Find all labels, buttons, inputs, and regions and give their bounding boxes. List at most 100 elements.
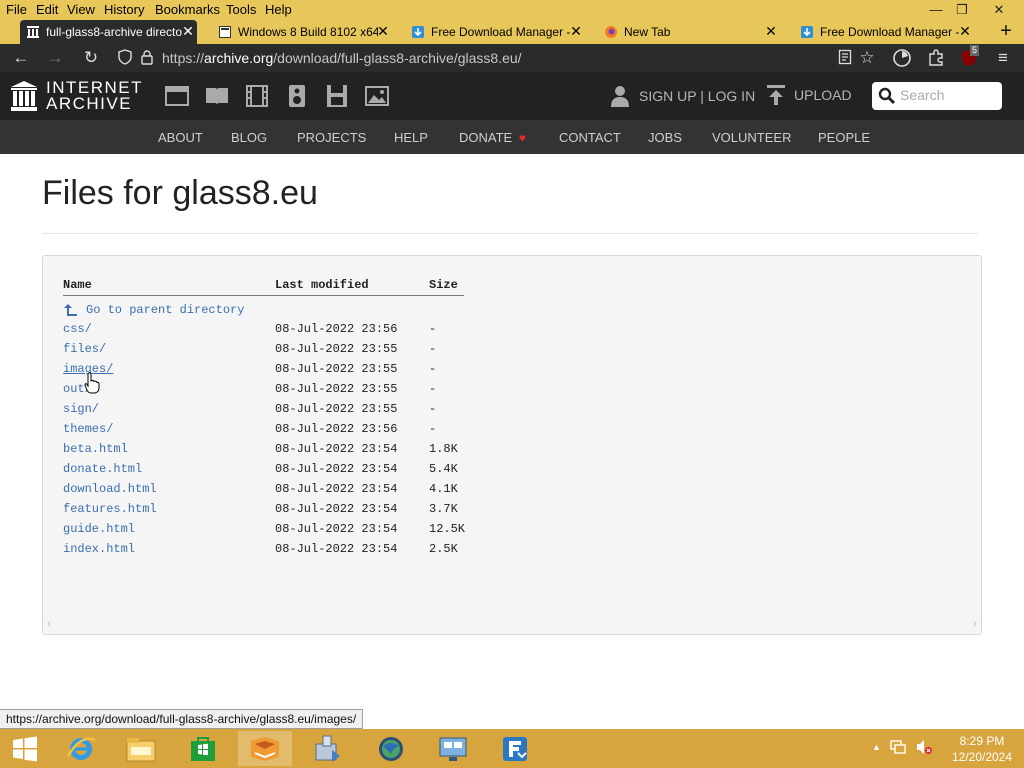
ia-logo[interactable]: INTERNET ARCHIVE — [10, 79, 143, 112]
close-icon[interactable]: ✕ — [958, 23, 972, 40]
taskbar-installer[interactable] — [300, 731, 354, 766]
reload-icon[interactable]: ↻ — [80, 48, 102, 68]
file-modified: 08-Jul-2022 23:56 — [275, 422, 398, 436]
menu-tools[interactable]: Tools — [226, 2, 256, 17]
file-size: 5.4K — [429, 462, 458, 476]
close-icon[interactable]: ✕ — [376, 23, 390, 40]
taskbar-store[interactable] — [176, 731, 230, 766]
nav-jobs[interactable]: JOBS — [648, 130, 682, 145]
nav-projects[interactable]: PROJECTS — [297, 130, 366, 145]
table-row: beta.html 08-Jul-2022 23:54 1.8K — [43, 442, 543, 462]
file-link[interactable]: files/ — [63, 342, 106, 356]
taskbar-free-download-manager[interactable] — [488, 731, 542, 766]
images-icon[interactable] — [364, 84, 390, 108]
scroll-right-icon[interactable]: › — [973, 618, 977, 630]
nav-help[interactable]: HELP — [394, 130, 428, 145]
tab-new-tab[interactable]: New Tab ✕ — [598, 20, 780, 44]
file-link[interactable]: index.html — [63, 542, 135, 556]
file-modified: 08-Jul-2022 23:54 — [275, 502, 398, 516]
file-link[interactable]: donate.html — [63, 462, 142, 476]
url-host: archive.org — [204, 50, 274, 66]
audio-icon[interactable] — [284, 84, 310, 108]
back-icon[interactable]: ← — [10, 48, 32, 68]
bookmark-star-icon[interactable]: ☆ — [856, 48, 878, 68]
tab-title: Windows 8 Build 8102 x64 — [238, 25, 378, 39]
menu-file[interactable]: File — [6, 2, 27, 17]
nav-about[interactable]: ABOUT — [158, 130, 203, 145]
file-link[interactable]: features.html — [63, 502, 157, 516]
parent-directory-link[interactable]: Go to parent directory — [86, 303, 244, 317]
close-icon[interactable]: ✕ — [764, 23, 778, 40]
url-scheme: https:// — [162, 50, 205, 66]
taskbar-remote-desktop[interactable] — [426, 731, 480, 766]
tab-fdm-2[interactable]: Free Download Manager - ✕ — [794, 20, 974, 44]
new-tab-button[interactable]: + — [994, 20, 1018, 44]
forward-icon[interactable]: → — [44, 48, 66, 68]
tab-archive-directory[interactable]: full-glass8-archive directo ✕ — [20, 20, 197, 44]
close-icon[interactable]: ✕ — [569, 23, 583, 40]
ublock-icon[interactable]: 5 — [958, 45, 980, 68]
table-row: themes/08-Jul-2022 23:56 - — [43, 422, 543, 442]
web-icon[interactable] — [164, 84, 190, 108]
lock-icon[interactable] — [136, 49, 158, 69]
upload-link[interactable]: UPLOAD — [766, 84, 852, 106]
menu-history[interactable]: History — [104, 2, 144, 17]
start-button[interactable] — [0, 731, 50, 766]
file-link[interactable]: css/ — [63, 322, 92, 336]
tab-fdm-1[interactable]: Free Download Manager - ✕ — [405, 20, 585, 44]
clock-time: 8:29 PM — [959, 734, 1005, 748]
taskbar-internet-explorer[interactable] — [54, 731, 108, 766]
tab-windows8-build[interactable]: Windows 8 Build 8102 x64 ✕ — [212, 20, 392, 44]
extensions-puzzle-icon[interactable] — [925, 48, 947, 68]
address-bar[interactable]: https://archive.org/download/full-glass8… — [162, 50, 522, 66]
video-icon[interactable] — [244, 84, 270, 108]
directory-listing: Name Last modified Size Go to parent dir… — [42, 255, 982, 635]
volume-muted-icon[interactable] — [915, 739, 933, 755]
tab-title: full-glass8-archive directo — [46, 25, 182, 39]
search-input[interactable] — [900, 87, 996, 103]
nav-donate-label: DONATE — [459, 130, 513, 145]
table-row: donate.html 08-Jul-2022 23:54 5.4K — [43, 462, 543, 482]
nav-blog[interactable]: BLOG — [231, 130, 267, 145]
extension-timer-icon[interactable] — [891, 48, 913, 68]
file-link[interactable]: themes/ — [63, 422, 113, 436]
menu-view[interactable]: View — [67, 2, 95, 17]
status-bar-url: https://archive.org/download/full-glass8… — [0, 709, 364, 729]
menu-help[interactable]: Help — [265, 2, 292, 17]
file-modified: 08-Jul-2022 23:54 — [275, 522, 398, 536]
network-icon[interactable] — [889, 739, 907, 755]
nav-contact[interactable]: CONTACT — [559, 130, 621, 145]
restore-button[interactable]: ❐ — [945, 0, 979, 20]
show-hidden-icons-icon[interactable]: ▲ — [872, 742, 881, 752]
taskbar-clock[interactable]: 8:29 PM 12/20/2024 — [950, 733, 1014, 765]
hamburger-menu-icon[interactable]: ≡ — [992, 48, 1014, 68]
close-icon[interactable]: ✕ — [181, 23, 195, 40]
file-size: - — [429, 342, 437, 356]
scroll-left-icon[interactable]: ‹ — [47, 618, 51, 630]
file-link[interactable]: download.html — [63, 482, 157, 496]
system-tray: ▲ — [872, 739, 933, 755]
file-link[interactable]: guide.html — [63, 522, 135, 536]
column-header-name: Name — [63, 278, 92, 292]
texts-icon[interactable] — [204, 84, 230, 108]
nav-donate[interactable]: DONATE ♥ — [459, 130, 526, 145]
taskbar-file-explorer[interactable] — [114, 731, 168, 766]
nav-volunteer[interactable]: VOLUNTEER — [712, 130, 791, 145]
menu-edit[interactable]: Edit — [36, 2, 58, 17]
file-link[interactable]: sign/ — [63, 402, 99, 416]
taskbar-globe-app[interactable] — [364, 731, 418, 766]
software-icon[interactable] — [324, 84, 350, 108]
search-icon[interactable] — [878, 87, 896, 105]
installer-icon — [315, 735, 340, 762]
reader-view-icon[interactable] — [834, 49, 856, 69]
taskbar-firefox[interactable] — [238, 731, 292, 766]
signup-login-link[interactable]: SIGN UP | LOG IN — [610, 84, 755, 108]
close-window-button[interactable]: ✕ — [982, 0, 1016, 20]
menu-bookmarks[interactable]: Bookmarks — [155, 2, 220, 17]
column-header-modified: Last modified — [275, 278, 369, 292]
nav-people[interactable]: PEOPLE — [818, 130, 870, 145]
table-row: download.html 08-Jul-2022 23:54 4.1K — [43, 482, 543, 502]
shield-icon[interactable] — [114, 49, 136, 69]
table-row: features.html 08-Jul-2022 23:54 3.7K — [43, 502, 543, 522]
file-link[interactable]: beta.html — [63, 442, 128, 456]
